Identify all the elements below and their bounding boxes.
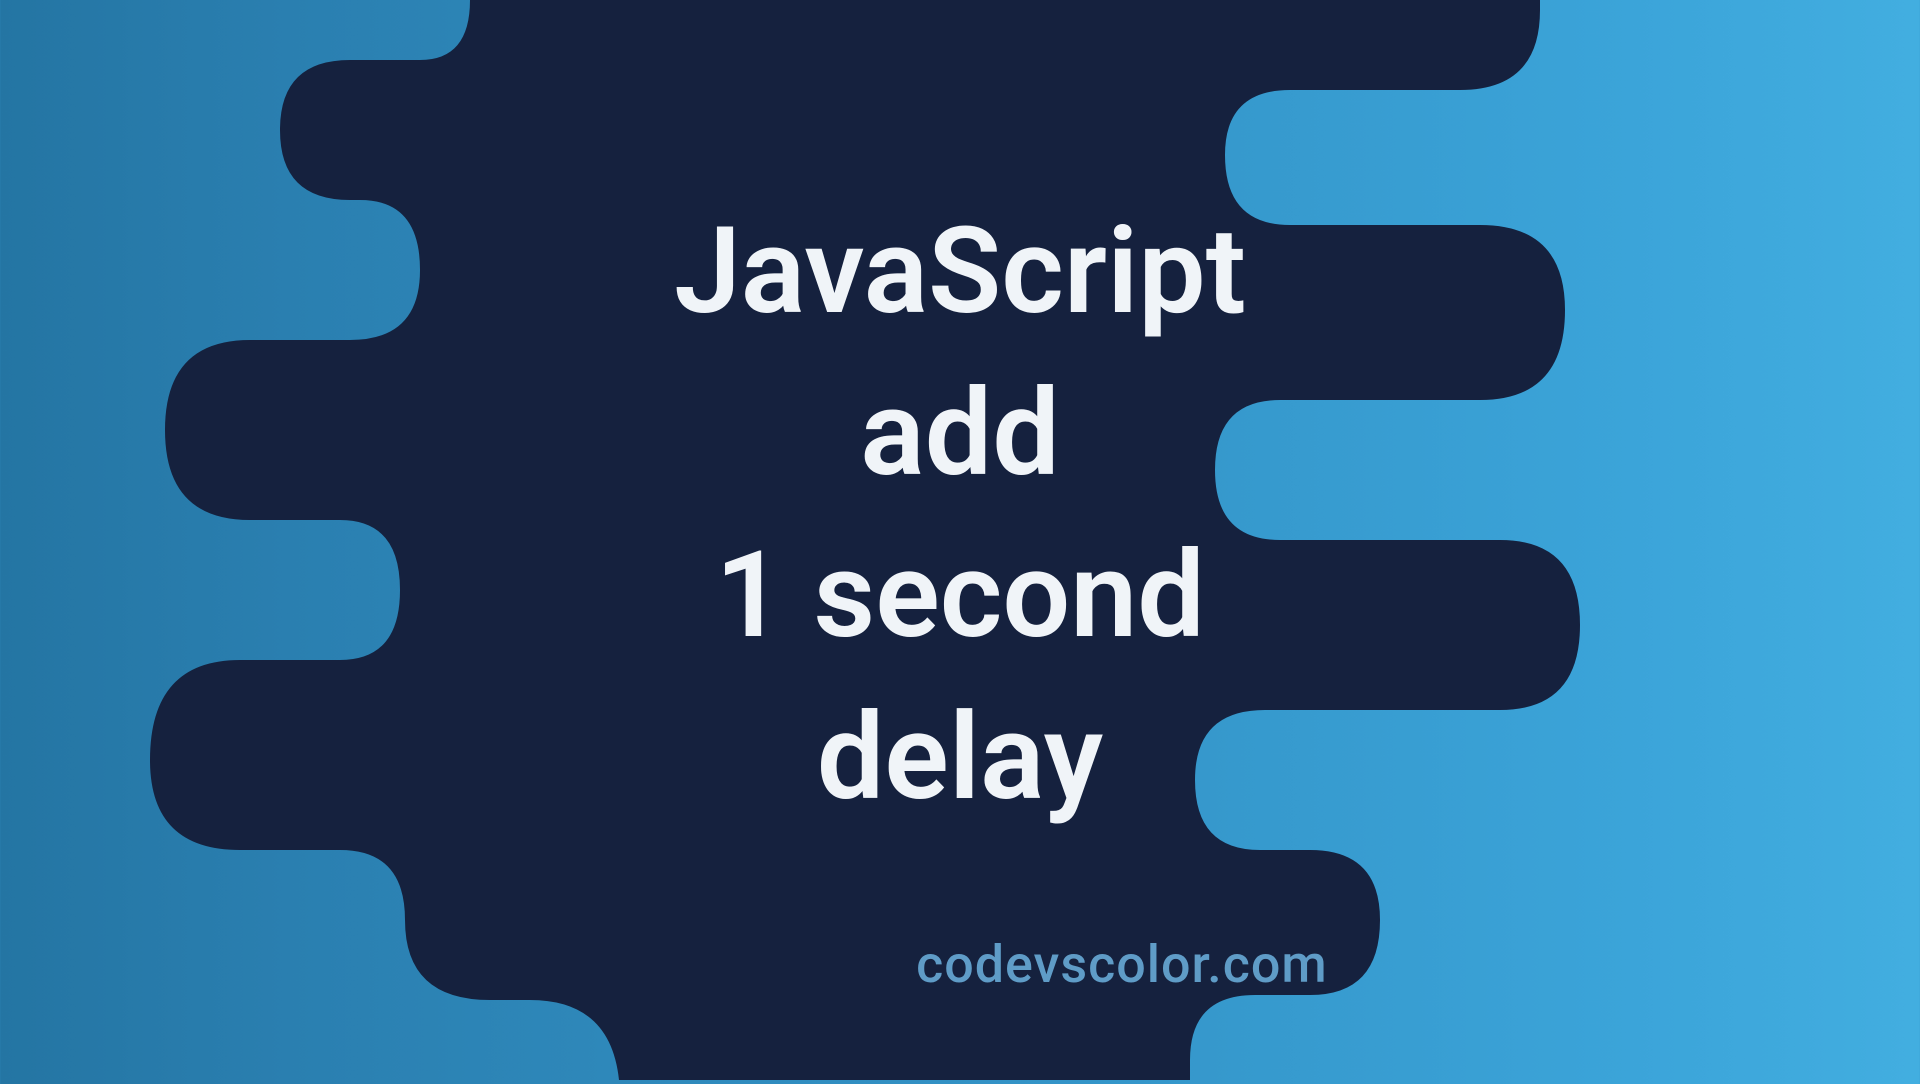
main-title: JavaScript add 1 second delay xyxy=(674,191,1246,839)
title-line-1: JavaScript xyxy=(674,191,1246,353)
title-line-3: 1 second xyxy=(674,515,1246,677)
title-line-2: add xyxy=(674,353,1246,515)
site-name-label: codevscolor.com xyxy=(916,934,1328,995)
content-area: JavaScript add 1 second delay codevscolo… xyxy=(0,0,1920,1080)
title-line-4: delay xyxy=(674,677,1246,839)
